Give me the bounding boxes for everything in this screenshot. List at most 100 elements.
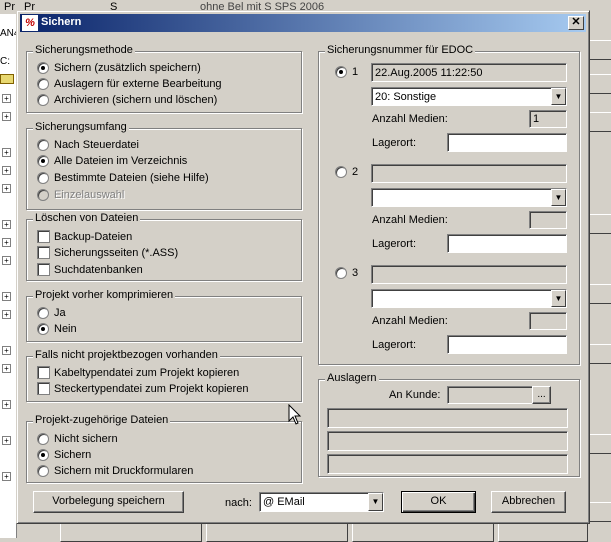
radio-button[interactable] — [37, 94, 49, 106]
background-toolbar-button[interactable] — [588, 112, 611, 132]
chevron-down-icon[interactable]: ▼ — [551, 189, 566, 206]
lagerort-input-2[interactable] — [447, 234, 567, 253]
radio-button[interactable] — [37, 78, 49, 90]
radio-button[interactable] — [37, 323, 49, 335]
chevron-down-icon[interactable]: ▼ — [551, 88, 566, 105]
tree-expand-icon[interactable]: + — [2, 256, 11, 265]
group-title: Auslagern — [325, 372, 379, 384]
lagerort-label: Lagerort: — [372, 339, 417, 351]
radio-button — [37, 189, 49, 201]
group-sicherungsumfang: Sicherungsumfang Nach Steuerdatei Alle D… — [26, 121, 302, 210]
lagerort-label: Lagerort: — [372, 137, 417, 149]
checkbox-label: Kabeltypendatei zum Projekt kopieren — [54, 367, 240, 379]
anzahl-medien-label: Anzahl Medien: — [372, 315, 448, 327]
background-toolbar-button[interactable] — [588, 40, 611, 60]
app-icon: % — [22, 15, 38, 31]
vorbelegung-speichern-button[interactable]: Vorbelegung speichern — [33, 491, 184, 513]
browse-kunde-button[interactable]: ... — [532, 386, 551, 404]
tree-expand-icon[interactable]: + — [2, 220, 11, 229]
checkbox-label: Steckertypendatei zum Projekt kopieren — [54, 383, 249, 395]
select-value: 20: Sonstige — [375, 91, 437, 103]
radio-button[interactable] — [37, 433, 49, 445]
edoc-date-field-2 — [371, 164, 567, 183]
background-tree-label: C: — [0, 56, 10, 67]
lagerort-input-1[interactable] — [447, 133, 567, 152]
edoc-date-field-1: 22.Aug.2005 11:22:50 — [371, 63, 567, 82]
checkbox[interactable] — [37, 366, 50, 379]
tree-expand-icon[interactable]: + — [2, 436, 11, 445]
lagerort-label: Lagerort: — [372, 238, 417, 250]
radio-button[interactable] — [335, 166, 347, 178]
group-title: Projekt vorher komprimieren — [33, 289, 176, 301]
lagerort-input-3[interactable] — [447, 335, 567, 354]
background-bottom-button[interactable] — [352, 522, 494, 542]
group-sicherungsmethode: Sicherungsmethode Sichern (zusätzlich sp… — [26, 44, 302, 113]
edoc-date-field-3 — [371, 265, 567, 284]
tree-expand-icon[interactable]: + — [2, 310, 11, 319]
radio-label: 1 — [352, 66, 359, 78]
checkbox[interactable] — [37, 382, 50, 395]
radio-button[interactable] — [37, 139, 49, 151]
tree-expand-icon[interactable]: + — [2, 400, 11, 409]
radio-label: Nicht sichern — [54, 433, 118, 445]
dialog-titlebar[interactable]: % Sichern ✕ — [20, 14, 586, 32]
background-toolbar-button[interactable] — [588, 284, 611, 304]
radio-button[interactable] — [37, 449, 49, 461]
anzahl-medien-field-3 — [529, 312, 567, 330]
edoc-category-select-3[interactable]: ▼ — [371, 289, 567, 308]
checkbox[interactable] — [37, 230, 50, 243]
radio-label: 2 — [352, 166, 359, 178]
chevron-down-icon[interactable]: ▼ — [368, 493, 383, 511]
an-kunde-field — [447, 386, 533, 404]
nach-select[interactable]: @ EMail ▼ — [259, 492, 384, 512]
group-title: Projekt-zugehörige Dateien — [33, 414, 171, 426]
background-bottom-button[interactable] — [206, 522, 348, 542]
group-auslagern: Auslagern An Kunde: ... — [318, 372, 580, 477]
radio-button[interactable] — [37, 155, 49, 167]
anzahl-medien-field-1: 1 — [529, 110, 567, 128]
background-bottom-button[interactable] — [60, 522, 202, 542]
edoc-category-select-2[interactable]: ▼ — [371, 188, 567, 207]
radio-label: Sichern mit Druckformularen — [54, 465, 194, 477]
abbrechen-button[interactable]: Abbrechen — [491, 491, 566, 513]
radio-button[interactable] — [335, 66, 347, 78]
radio-button[interactable] — [37, 172, 49, 184]
dialog-title: Sichern — [41, 16, 82, 28]
radio-button[interactable] — [335, 267, 347, 279]
background-toolbar-button[interactable] — [588, 434, 611, 454]
tree-expand-icon[interactable]: + — [2, 148, 11, 157]
radio-button[interactable] — [37, 307, 49, 319]
tree-expand-icon[interactable]: + — [2, 94, 11, 103]
tree-expand-icon[interactable]: + — [2, 112, 11, 121]
sichern-dialog: % Sichern ✕ Sicherungsmethode Sichern (z… — [16, 10, 590, 524]
close-icon[interactable]: ✕ — [568, 16, 584, 30]
tree-expand-icon[interactable]: + — [2, 184, 11, 193]
background-toolbar-button[interactable] — [588, 74, 611, 94]
radio-label: Sichern (zusätzlich speichern) — [54, 62, 201, 74]
checkbox[interactable] — [37, 263, 50, 276]
ok-button[interactable]: OK — [401, 491, 476, 513]
tree-expand-icon[interactable]: + — [2, 364, 11, 373]
auslagern-line-1 — [327, 408, 568, 428]
chevron-down-icon[interactable]: ▼ — [551, 290, 566, 307]
background-toolbar-button[interactable] — [588, 344, 611, 364]
radio-button[interactable] — [37, 62, 49, 74]
radio-button[interactable] — [37, 465, 49, 477]
radio-label: Ja — [54, 307, 66, 319]
nach-label: nach: — [225, 497, 252, 509]
tree-expand-icon[interactable]: + — [2, 166, 11, 175]
folder-icon — [0, 74, 14, 84]
checkbox[interactable] — [37, 246, 50, 259]
background-tree: AN4 C: + + + + + + + + + + + + + + + — [0, 14, 19, 538]
tree-expand-icon[interactable]: + — [2, 346, 11, 355]
edoc-category-select-1[interactable]: 20: Sonstige ▼ — [371, 87, 567, 106]
tree-expand-icon[interactable]: + — [2, 472, 11, 481]
group-loeschen: Löschen von Dateien Backup-Dateien Siche… — [26, 212, 302, 281]
background-bottom-button[interactable] — [498, 522, 588, 542]
background-toolbar-button[interactable] — [588, 214, 611, 234]
tree-expand-icon[interactable]: + — [2, 238, 11, 247]
tree-expand-icon[interactable]: + — [2, 292, 11, 301]
checkbox-label: Backup-Dateien — [54, 231, 133, 243]
group-zugehoerige: Projekt-zugehörige Dateien Nicht sichern… — [26, 414, 302, 483]
radio-label: Nein — [54, 323, 77, 335]
